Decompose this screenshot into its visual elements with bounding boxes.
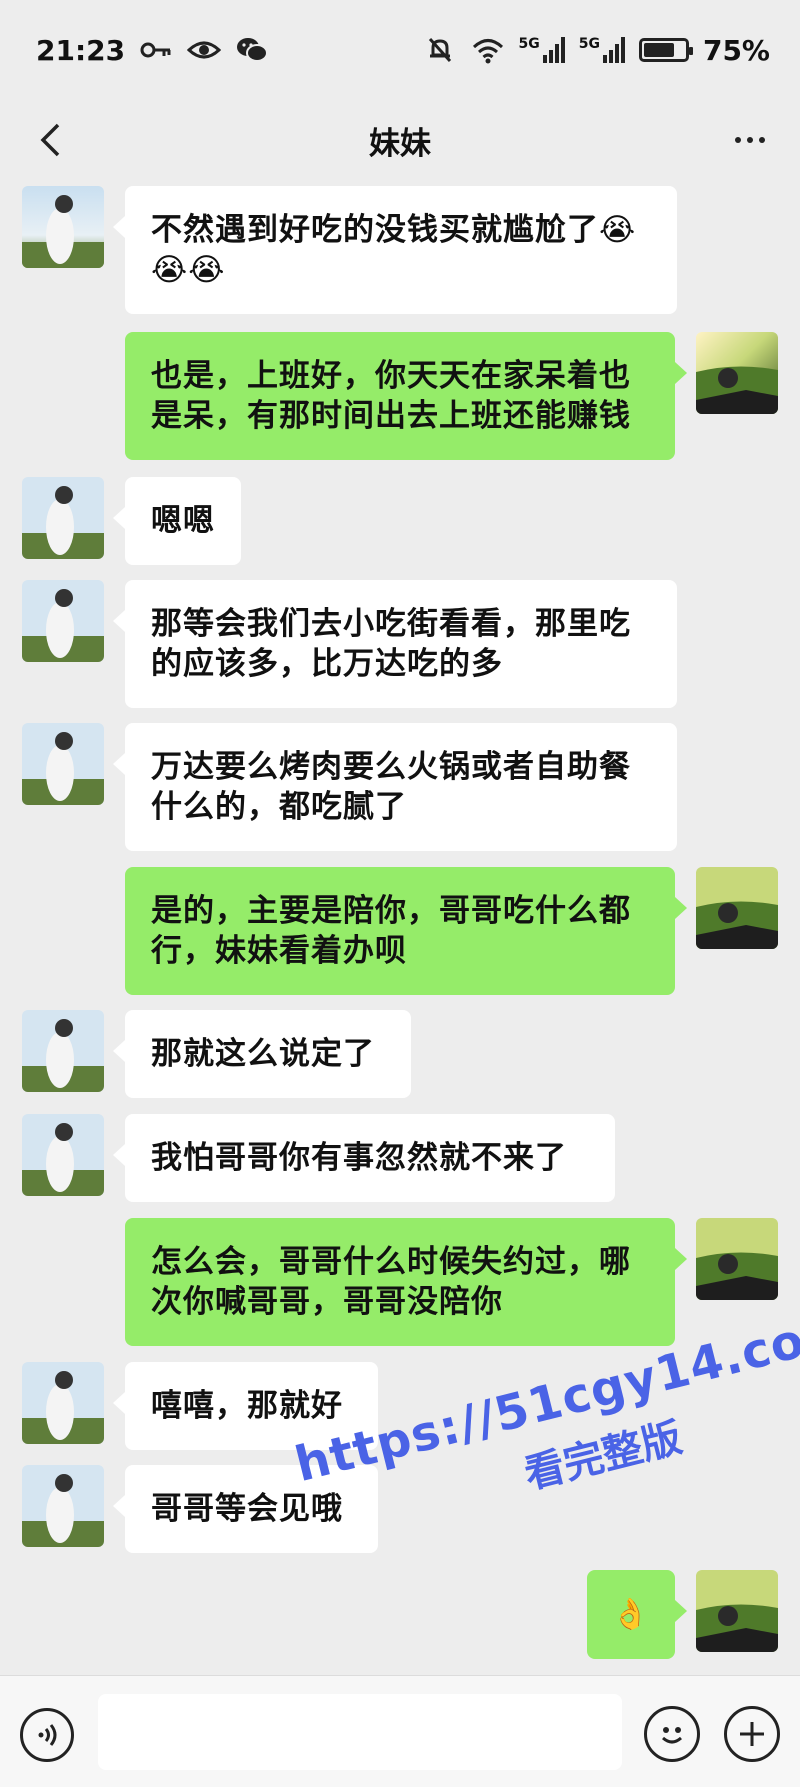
chevron-left-icon	[40, 123, 60, 157]
incoming-message-bubble[interactable]: 嗯嗯	[113, 477, 241, 565]
message-line: 什么的，都吃腻了	[151, 789, 407, 825]
wifi-icon	[471, 35, 505, 65]
incoming-message-bubble[interactable]: 哥哥等会见哦	[113, 1465, 378, 1553]
contact-avatar[interactable]	[22, 580, 104, 662]
battery-icon	[638, 38, 693, 62]
eye-icon	[187, 35, 222, 65]
contact-avatar[interactable]	[22, 1465, 104, 1547]
battery-fill	[643, 43, 674, 57]
my-avatar[interactable]	[696, 867, 778, 949]
plus-button[interactable]	[724, 1706, 780, 1762]
contact-avatar[interactable]	[22, 1010, 104, 1092]
incoming-message-bubble[interactable]: 万达要么烤肉要么火锅或者自助餐 什么的，都吃腻了	[113, 723, 677, 851]
more-dots-icon	[735, 137, 741, 143]
outgoing-message-bubble[interactable]: 👌	[587, 1570, 687, 1659]
watermark-subtitle: 看完整版	[520, 1414, 687, 1499]
my-avatar[interactable]	[696, 1570, 778, 1652]
message-line: 的应该多，比万达吃的多	[151, 646, 503, 682]
signal-icon-1: 5G	[519, 37, 565, 63]
message-line: 不然遇到好吃的没钱买就尴尬了😭	[151, 212, 637, 248]
message-line: 是的，主要是陪你，哥哥吃什么都	[151, 893, 631, 929]
outgoing-message-bubble[interactable]: 是的，主要是陪你，哥哥吃什么都 行，妹妹看着办呗	[125, 867, 687, 995]
voice-button[interactable]	[20, 1708, 74, 1762]
status-bar: 21:23 5G 5G 75%	[0, 0, 800, 100]
wechat-icon	[235, 35, 269, 65]
mute-bell-icon	[423, 35, 457, 65]
emoji-button[interactable]	[644, 1706, 700, 1762]
chat-title: 妹妹	[369, 125, 431, 162]
back-button[interactable]	[28, 118, 72, 162]
message-line: 嗯嗯	[151, 503, 215, 539]
message-line: 那就这么说定了	[151, 1036, 375, 1072]
incoming-message-bubble[interactable]: 那等会我们去小吃街看看，那里吃 的应该多，比万达吃的多	[113, 580, 677, 708]
chat-header: 妹妹	[0, 100, 800, 180]
contact-avatar[interactable]	[22, 1114, 104, 1196]
contact-avatar[interactable]	[22, 723, 104, 805]
outgoing-message-bubble[interactable]: 也是，上班好，你天天在家呆着也 是呆，有那时间出去上班还能赚钱	[125, 332, 687, 460]
message-line: 万达要么烤肉要么火锅或者自助餐	[151, 749, 631, 785]
message-line: 是呆，有那时间出去上班还能赚钱	[151, 398, 631, 434]
message-line: 也是，上班好，你天天在家呆着也	[151, 358, 631, 394]
input-bar	[0, 1675, 800, 1787]
outgoing-message-bubble[interactable]: 怎么会，哥哥什么时候失约过，哪 次你喊哥哥，哥哥没陪你	[125, 1218, 687, 1346]
signal-icon-2: 5G	[579, 37, 625, 63]
key-icon	[139, 35, 173, 65]
status-right: 5G 5G 75%	[423, 33, 770, 67]
ok-hand-emoji: 👌	[611, 1597, 651, 1632]
message-line: 哥哥等会见哦	[151, 1491, 343, 1527]
message-line: 次你喊哥哥，哥哥没陪你	[151, 1284, 503, 1320]
message-line: 😭😭	[151, 252, 226, 288]
incoming-message-bubble[interactable]: 我怕哥哥你有事忽然就不来了	[113, 1114, 615, 1202]
message-input[interactable]	[98, 1694, 622, 1770]
battery-percent: 75%	[702, 33, 770, 67]
message-line: 我怕哥哥你有事忽然就不来了	[151, 1140, 567, 1176]
voice-icon	[38, 1724, 57, 1746]
status-left: 21:23	[36, 34, 269, 67]
more-button[interactable]	[728, 118, 772, 162]
contact-avatar[interactable]	[22, 1362, 104, 1444]
my-avatar[interactable]	[696, 332, 778, 414]
message-line: 怎么会，哥哥什么时候失约过，哪	[151, 1244, 631, 1280]
incoming-message-bubble[interactable]: 那就这么说定了	[113, 1010, 411, 1098]
incoming-message-bubble[interactable]: 不然遇到好吃的没钱买就尴尬了😭 😭😭	[113, 186, 677, 314]
message-line: 嘻嘻，那就好	[151, 1388, 343, 1424]
contact-avatar[interactable]	[22, 477, 104, 559]
incoming-message-bubble[interactable]: 嘻嘻，那就好	[113, 1362, 378, 1450]
contact-avatar[interactable]	[22, 186, 104, 268]
emoji-icon	[662, 1727, 682, 1744]
my-avatar[interactable]	[696, 1218, 778, 1300]
message-line: 行，妹妹看着办呗	[151, 933, 407, 969]
message-line: 那等会我们去小吃街看看，那里吃	[151, 606, 631, 642]
status-time: 21:23	[36, 33, 126, 67]
plus-icon	[740, 1722, 764, 1746]
